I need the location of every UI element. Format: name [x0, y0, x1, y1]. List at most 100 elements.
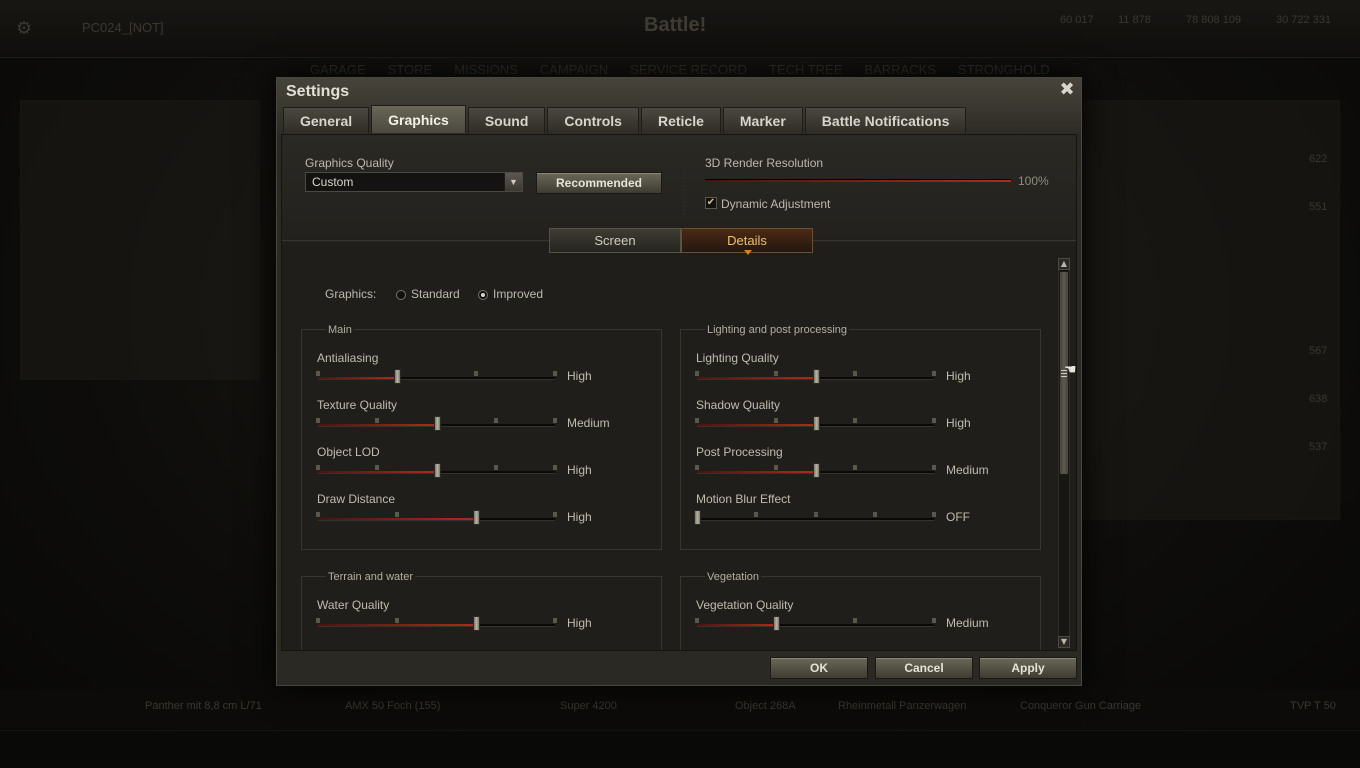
- nav-item: CAMPAIGN: [539, 62, 609, 77]
- tab-graphics[interactable]: Graphics: [371, 105, 466, 133]
- slider-tick: [553, 418, 557, 423]
- radio-standard-label: Standard: [411, 287, 460, 301]
- setting-label: Object LOD: [317, 445, 380, 459]
- graphics-top-area: Graphics Quality Custom ▼ Recommended 3D…: [282, 135, 1076, 243]
- slider-fill: [697, 424, 816, 426]
- graphics-quality-label: Graphics Quality: [305, 156, 394, 170]
- currency-3: 78 808 109: [1186, 14, 1242, 26]
- setting-row: Shadow Quality High: [681, 398, 1042, 445]
- setting-label: Antialiasing: [317, 351, 379, 365]
- slider-tick: [493, 418, 498, 423]
- slider-handle[interactable]: [812, 416, 820, 431]
- tab-marker[interactable]: Marker: [722, 107, 803, 133]
- graphics-quality-dropdown[interactable]: Custom ▼: [305, 172, 523, 192]
- render-resolution-slider[interactable]: [705, 179, 1011, 182]
- setting-slider[interactable]: [316, 510, 557, 525]
- recommended-button[interactable]: Recommended: [536, 172, 662, 194]
- ok-button[interactable]: OK: [770, 657, 868, 679]
- slider-handle[interactable]: [394, 369, 401, 384]
- slider-handle[interactable]: [812, 369, 820, 384]
- slider-tick: [932, 465, 936, 470]
- nav-item: GARAGE: [310, 62, 366, 77]
- dynamic-adjustment-checkbox[interactable]: ✔: [705, 197, 717, 209]
- render-resolution-label: 3D Render Resolution: [705, 156, 824, 170]
- render-resolution-value: 100%: [1018, 174, 1049, 188]
- radio-standard[interactable]: [396, 290, 406, 300]
- carousel-vehicle: Conqueror Gun Carriage: [1020, 700, 1142, 712]
- setting-slider[interactable]: [316, 616, 557, 631]
- setting-value: High: [567, 369, 592, 383]
- apply-button[interactable]: Apply: [979, 657, 1077, 679]
- slider-handle[interactable]: [694, 510, 701, 525]
- slider-tick: [932, 618, 936, 623]
- cancel-button[interactable]: Cancel: [875, 657, 973, 679]
- setting-slider[interactable]: [694, 510, 936, 525]
- setting-slider[interactable]: [695, 616, 936, 631]
- slider-fill: [697, 377, 816, 379]
- setting-label: Post Processing: [696, 445, 783, 459]
- slider-tick: [813, 512, 818, 517]
- setting-slider[interactable]: [316, 369, 557, 384]
- tab-sound[interactable]: Sound: [467, 107, 546, 133]
- slider-tick: [695, 371, 699, 376]
- slider-handle[interactable]: [473, 510, 480, 525]
- carousel-vehicle: Super 4200: [560, 700, 617, 712]
- slider-tick: [553, 465, 557, 470]
- slider-handle[interactable]: [433, 416, 441, 431]
- slider-handle[interactable]: [812, 463, 820, 478]
- tab-general[interactable]: General: [283, 107, 370, 133]
- currency-4: 30 722 331: [1276, 14, 1332, 26]
- slider-tick: [493, 465, 498, 470]
- slider-handle[interactable]: [433, 463, 441, 478]
- setting-label: Texture Quality: [317, 398, 398, 412]
- graphics-mode-label: Graphics:: [325, 287, 377, 301]
- garage-left-panel: [20, 100, 260, 380]
- slider-handle[interactable]: [773, 616, 780, 631]
- scroll-down-icon[interactable]: ▼: [1058, 636, 1070, 648]
- stat-value: 622: [1309, 153, 1328, 165]
- tab-controls[interactable]: Controls: [547, 107, 639, 133]
- dialog-header: Settings ✖ General Graphics Sound Contro…: [277, 78, 1081, 134]
- stat-value: 551: [1309, 201, 1328, 213]
- group-vegetation: Vegetation Vegetation Quality Medium: [680, 571, 1041, 650]
- chevron-down-icon: ▼: [504, 173, 522, 191]
- slider-tick: [695, 618, 699, 623]
- group-lighting: Lighting and post processing Lighting Qu…: [680, 324, 1042, 550]
- currency-1: 60 017: [1060, 14, 1094, 26]
- nav-item: BARRACKS: [864, 62, 936, 77]
- nav-item: STRONGHOLD: [957, 62, 1050, 77]
- slider-tick: [853, 618, 857, 623]
- slider-fill: [705, 180, 1011, 182]
- setting-label: Draw Distance: [317, 492, 396, 506]
- slider-tick: [553, 371, 557, 376]
- radio-improved[interactable]: [478, 290, 488, 300]
- slider-fill: [318, 624, 476, 626]
- stat-value: 537: [1309, 441, 1328, 453]
- tab-reticle[interactable]: Reticle: [640, 107, 721, 133]
- setting-slider[interactable]: [695, 369, 936, 384]
- group-terrain-water: Terrain and water Water Quality High: [301, 571, 662, 650]
- setting-slider[interactable]: [316, 463, 557, 478]
- setting-value: High: [946, 369, 971, 383]
- close-icon[interactable]: ✖: [1058, 81, 1076, 99]
- setting-slider[interactable]: [695, 416, 936, 431]
- vehicle-carousel: Panther mit 8,8 cm L/71 AMX 50 Foch (155…: [0, 690, 1360, 728]
- setting-label: Motion Blur Effect: [696, 492, 791, 506]
- gear-icon: ⚙: [16, 18, 33, 38]
- scroll-up-icon[interactable]: ▲: [1058, 258, 1070, 270]
- setting-slider[interactable]: [316, 416, 557, 431]
- slider-tick: [316, 618, 320, 623]
- slider-tick: [316, 465, 320, 470]
- tab-battle-notifications[interactable]: Battle Notifications: [804, 107, 967, 133]
- setting-row: Object LOD High: [302, 445, 663, 492]
- slider-handle[interactable]: [473, 616, 480, 631]
- dialog-title: Settings: [286, 83, 350, 100]
- slider-fill: [318, 471, 437, 473]
- setting-slider[interactable]: [695, 463, 936, 478]
- slider-fill: [697, 471, 816, 473]
- setting-row: Texture Quality Medium: [302, 398, 663, 445]
- garage-top-bar: ⚙ PC024_[NOT] Battle! 60 017 11 878 78 8…: [0, 0, 1360, 58]
- nav-item: SERVICE RECORD: [630, 62, 747, 77]
- slider-fill: [318, 424, 437, 426]
- details-scrollbar[interactable]: ▲ ▼: [1058, 258, 1070, 648]
